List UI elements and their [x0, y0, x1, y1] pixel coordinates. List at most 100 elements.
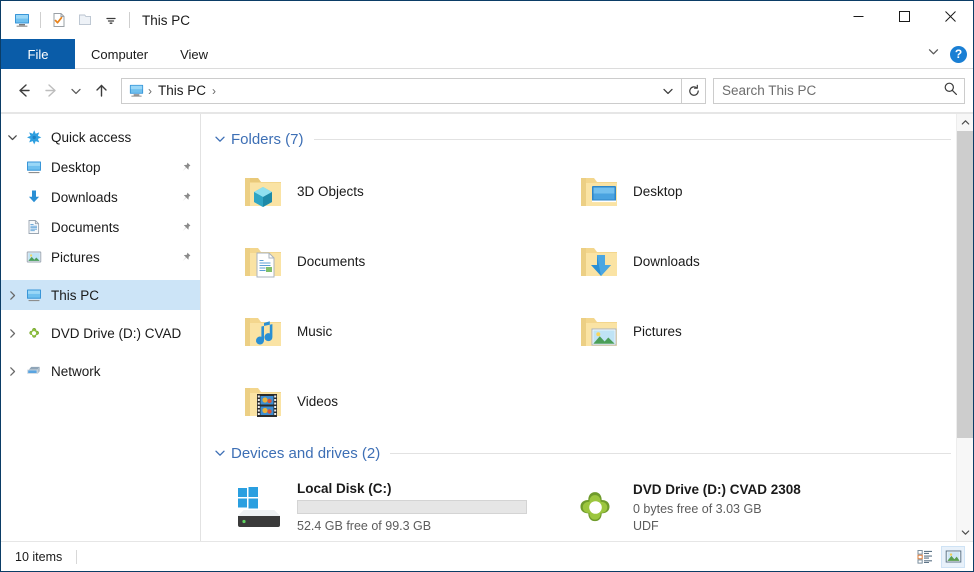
folders-group-header[interactable]: Folders (7): [211, 128, 973, 150]
folder-videos-icon: [237, 378, 289, 424]
title-bar: This PC: [1, 1, 973, 39]
sidebar-label: Documents: [51, 220, 119, 235]
group-divider: [390, 453, 951, 454]
scroll-up-icon[interactable]: [957, 114, 973, 131]
search-placeholder: Search This PC: [722, 83, 943, 98]
navigation-pane: Quick access Desktop: [1, 114, 201, 541]
window-title: This PC: [142, 13, 190, 28]
folder-label: 3D Objects: [297, 184, 364, 199]
star-icon: [23, 128, 45, 146]
pin-icon[interactable]: [179, 221, 192, 234]
tab-view[interactable]: View: [164, 39, 224, 69]
network-icon: [23, 362, 45, 380]
sidebar-item-documents[interactable]: Documents: [1, 212, 200, 242]
folder-label: Pictures: [633, 324, 682, 339]
sidebar-item-quick-access[interactable]: Quick access: [1, 122, 200, 152]
scrollbar-thumb[interactable]: [957, 131, 973, 438]
devices-group-header[interactable]: Devices and drives (2): [211, 442, 973, 464]
address-input[interactable]: › This PC ›: [121, 78, 682, 104]
folders-tiles: 3D Objects: [211, 156, 973, 436]
dvd-drive-icon: [565, 483, 627, 533]
scroll-down-icon[interactable]: [957, 524, 973, 541]
folder-item-music[interactable]: Music: [211, 296, 547, 366]
sidebar-item-network[interactable]: Network: [1, 356, 200, 386]
breadcrumb-item-this-pc[interactable]: This PC: [155, 83, 209, 98]
devices-group-title: Devices and drives (2): [231, 445, 380, 462]
recent-locations-chevron-down-icon[interactable]: [65, 77, 87, 105]
folder-label: Downloads: [633, 254, 700, 269]
folder-item-videos[interactable]: Videos: [211, 366, 547, 436]
folder-item-pictures[interactable]: Pictures: [547, 296, 883, 366]
minimize-button[interactable]: [835, 1, 881, 31]
breadcrumb-this-pc-icon: [128, 82, 145, 99]
chevron-down-icon[interactable]: [211, 133, 229, 145]
folder-item-3d-objects[interactable]: 3D Objects: [211, 156, 547, 226]
folder-documents-icon: [237, 238, 289, 284]
maximize-button[interactable]: [881, 1, 927, 31]
drive-name: DVD Drive (D:) CVAD 2308: [633, 482, 801, 497]
sidebar-label: Desktop: [51, 160, 101, 175]
close-button[interactable]: [927, 1, 973, 31]
sidebar-label: DVD Drive (D:) CVAD: [51, 326, 181, 341]
customize-dropdown-icon[interactable]: [98, 7, 124, 33]
vertical-scrollbar[interactable]: [956, 114, 973, 541]
pin-icon[interactable]: [179, 161, 192, 174]
tab-file[interactable]: File: [1, 39, 75, 69]
refresh-button[interactable]: [682, 78, 706, 104]
folder-label: Videos: [297, 394, 338, 409]
new-folder-icon[interactable]: [72, 7, 98, 33]
search-icon[interactable]: [943, 81, 958, 101]
folder-item-desktop[interactable]: Desktop: [547, 156, 883, 226]
drive-capacity-text: 0 bytes free of 3.03 GB: [633, 501, 801, 518]
scrollbar-track[interactable]: [957, 131, 973, 524]
downloads-icon: [23, 188, 45, 206]
up-button[interactable]: [87, 77, 115, 105]
folder-item-downloads[interactable]: Downloads: [547, 226, 883, 296]
chevron-down-icon[interactable]: [211, 447, 229, 459]
large-icons-view-button[interactable]: [941, 546, 965, 568]
properties-icon[interactable]: [46, 7, 72, 33]
help-icon[interactable]: ?: [950, 46, 967, 63]
folder-label: Documents: [297, 254, 365, 269]
forward-button[interactable]: [37, 77, 65, 105]
drive-item-local-disk-c[interactable]: Local Disk (C:) 52.4 GB free of 99.3 GB: [211, 470, 547, 541]
tab-computer[interactable]: Computer: [75, 39, 164, 69]
dvd-drive-icon: [23, 324, 45, 342]
pin-icon[interactable]: [179, 191, 192, 204]
folders-group-title: Folders (7): [231, 131, 304, 148]
view-mode-buttons: [913, 546, 965, 568]
previous-locations-chevron-down-icon[interactable]: [657, 79, 679, 103]
search-input[interactable]: Search This PC: [713, 78, 965, 104]
window-controls: [835, 1, 973, 31]
drive-name: Local Disk (C:): [297, 481, 527, 496]
folder-music-icon: [237, 308, 289, 354]
sidebar-item-downloads[interactable]: Downloads: [1, 182, 200, 212]
sidebar-label: Quick access: [51, 130, 131, 145]
sidebar-label: Pictures: [51, 250, 100, 265]
sidebar-item-desktop[interactable]: Desktop: [1, 152, 200, 182]
folder-label: Desktop: [633, 184, 683, 199]
pin-icon[interactable]: [179, 251, 192, 264]
folder-desktop-icon: [573, 168, 625, 214]
chevron-right-icon[interactable]: [1, 328, 23, 339]
breadcrumb-separator: ›: [145, 84, 155, 98]
back-button[interactable]: [9, 77, 37, 105]
ribbon-right-controls: ?: [927, 39, 967, 69]
sidebar-item-this-pc[interactable]: This PC: [1, 280, 200, 310]
drive-filesystem-text: UDF: [633, 518, 801, 535]
title-divider: [129, 12, 130, 28]
folder-item-documents[interactable]: Documents: [211, 226, 547, 296]
details-view-button[interactable]: [913, 546, 937, 568]
sidebar-item-pictures[interactable]: Pictures: [1, 242, 200, 272]
status-divider: [76, 550, 77, 564]
sidebar-item-dvd-drive[interactable]: DVD Drive (D:) CVAD: [1, 318, 200, 348]
expand-ribbon-chevron-down-icon[interactable]: [927, 45, 940, 63]
this-pc-icon: [23, 286, 45, 304]
this-pc-icon[interactable]: [9, 7, 35, 33]
chevron-right-icon[interactable]: [1, 290, 23, 301]
drive-item-dvd-drive-d[interactable]: DVD Drive (D:) CVAD 2308 0 bytes free of…: [547, 470, 883, 541]
chevron-down-icon[interactable]: [1, 132, 23, 143]
breadcrumb-separator-end[interactable]: ›: [209, 84, 219, 98]
chevron-right-icon[interactable]: [1, 366, 23, 377]
group-divider: [314, 139, 951, 140]
